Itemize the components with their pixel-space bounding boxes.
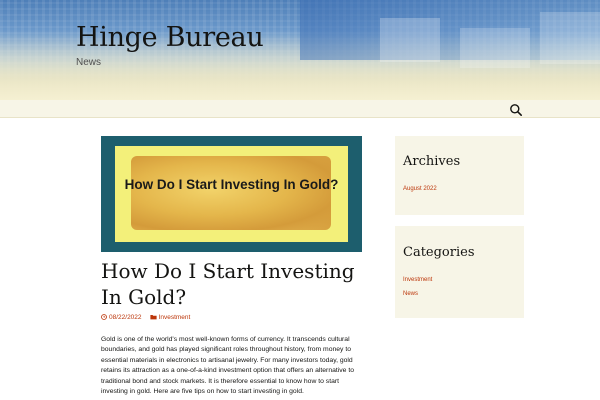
- categories-list: Investment News: [403, 276, 432, 304]
- archive-link[interactable]: August 2022: [403, 186, 437, 192]
- search-icon[interactable]: [509, 103, 523, 117]
- header-background-block: [460, 28, 530, 68]
- post-date-link[interactable]: 08/22/2022: [109, 314, 142, 321]
- post-meta: 08/22/2022 Investment: [101, 312, 190, 322]
- folder-icon: [149, 315, 157, 320]
- list-item: August 2022: [403, 185, 437, 199]
- post-date[interactable]: 08/22/2022: [101, 314, 142, 321]
- list-item: News: [403, 290, 432, 304]
- search-button[interactable]: [509, 102, 523, 116]
- post-title[interactable]: How Do I Start Investing In Gold?: [101, 258, 371, 310]
- post-category[interactable]: Investment: [149, 314, 191, 321]
- category-link-news[interactable]: News: [403, 291, 418, 297]
- clock-icon: [101, 314, 107, 320]
- archives-title: Archives: [403, 154, 461, 169]
- archives-widget: Archives August 2022: [395, 136, 524, 215]
- header-background-block: [540, 12, 600, 64]
- categories-widget: Categories Investment News: [395, 226, 524, 318]
- archives-list: August 2022: [403, 185, 437, 199]
- post-excerpt: Gold is one of the world's most well-kno…: [101, 336, 355, 396]
- post-category-link[interactable]: Investment: [159, 314, 191, 321]
- categories-title: Categories: [403, 245, 475, 260]
- featured-image-card: How Do I Start Investing In Gold?: [115, 146, 348, 242]
- list-item: Investment: [403, 276, 432, 290]
- category-link-investment[interactable]: Investment: [403, 277, 432, 283]
- featured-image[interactable]: How Do I Start Investing In Gold?: [101, 136, 362, 252]
- site-title[interactable]: Hinge Bureau: [76, 22, 264, 53]
- featured-image-text: How Do I Start Investing In Gold?: [124, 177, 339, 192]
- header-background-block: [380, 18, 440, 62]
- site-description: News: [76, 57, 102, 68]
